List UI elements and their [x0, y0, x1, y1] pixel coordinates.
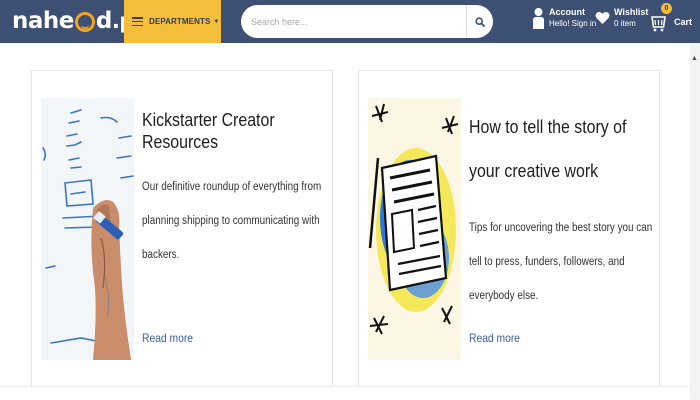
- search-bar: [241, 5, 493, 38]
- user-icon: [533, 8, 544, 29]
- wishlist-subtitle: 0 item: [614, 19, 636, 28]
- page-scrollbar[interactable]: ▲: [690, 43, 700, 400]
- read-more-link[interactable]: Read more: [469, 331, 520, 345]
- cart-link[interactable]: 0 Cart: [650, 3, 693, 32]
- wishlist-link[interactable]: Wishlist 0 item: [595, 7, 648, 29]
- card-title[interactable]: How to tell the story of your creative w…: [469, 105, 654, 193]
- logo-face-icon: [74, 12, 95, 32]
- wishlist-title: Wishlist: [614, 7, 649, 17]
- scroll-up-arrow-icon[interactable]: ▲: [691, 55, 698, 62]
- section-divider: [0, 386, 690, 387]
- newspaper-illustration-icon: [368, 98, 461, 360]
- departments-label: DEPARTMENTS: [149, 17, 211, 26]
- card-description: Tips for uncovering the best story you c…: [469, 222, 653, 302]
- resource-card: Kickstarter Creator Resources Our defini…: [31, 70, 333, 387]
- cart-icon: [651, 16, 666, 32]
- search-icon: [475, 16, 485, 27]
- card-image-newspaper: [368, 98, 461, 360]
- account-title: Account: [549, 7, 585, 17]
- search-button[interactable]: [466, 5, 493, 38]
- card-title[interactable]: Kickstarter Creator Resources: [142, 109, 327, 153]
- account-link[interactable]: Account Hello! Sign in: [532, 7, 596, 29]
- cart-count-badge: 0: [661, 3, 672, 14]
- whiteboard-hand-marker-icon: [41, 98, 134, 360]
- top-header: nahe d .pk DEPARTMENTS ▼ Account Hello! …: [0, 0, 700, 43]
- resource-card: How to tell the story of your creative w…: [358, 70, 660, 387]
- read-more-link[interactable]: Read more: [142, 331, 193, 345]
- hamburger-icon: [132, 17, 143, 26]
- departments-button[interactable]: DEPARTMENTS ▼: [124, 0, 221, 43]
- heart-icon: [595, 11, 610, 24]
- logo-text-part2: d: [95, 8, 112, 34]
- search-input[interactable]: [241, 5, 466, 38]
- cart-label: Cart: [674, 17, 693, 27]
- card-image-whiteboard: [41, 98, 134, 360]
- account-subtitle: Hello! Sign in: [549, 19, 597, 28]
- card-description: Our definitive roundup of everything fro…: [142, 181, 322, 261]
- caret-down-icon: ▼: [213, 18, 220, 25]
- logo-text-part1: nahe: [12, 8, 74, 34]
